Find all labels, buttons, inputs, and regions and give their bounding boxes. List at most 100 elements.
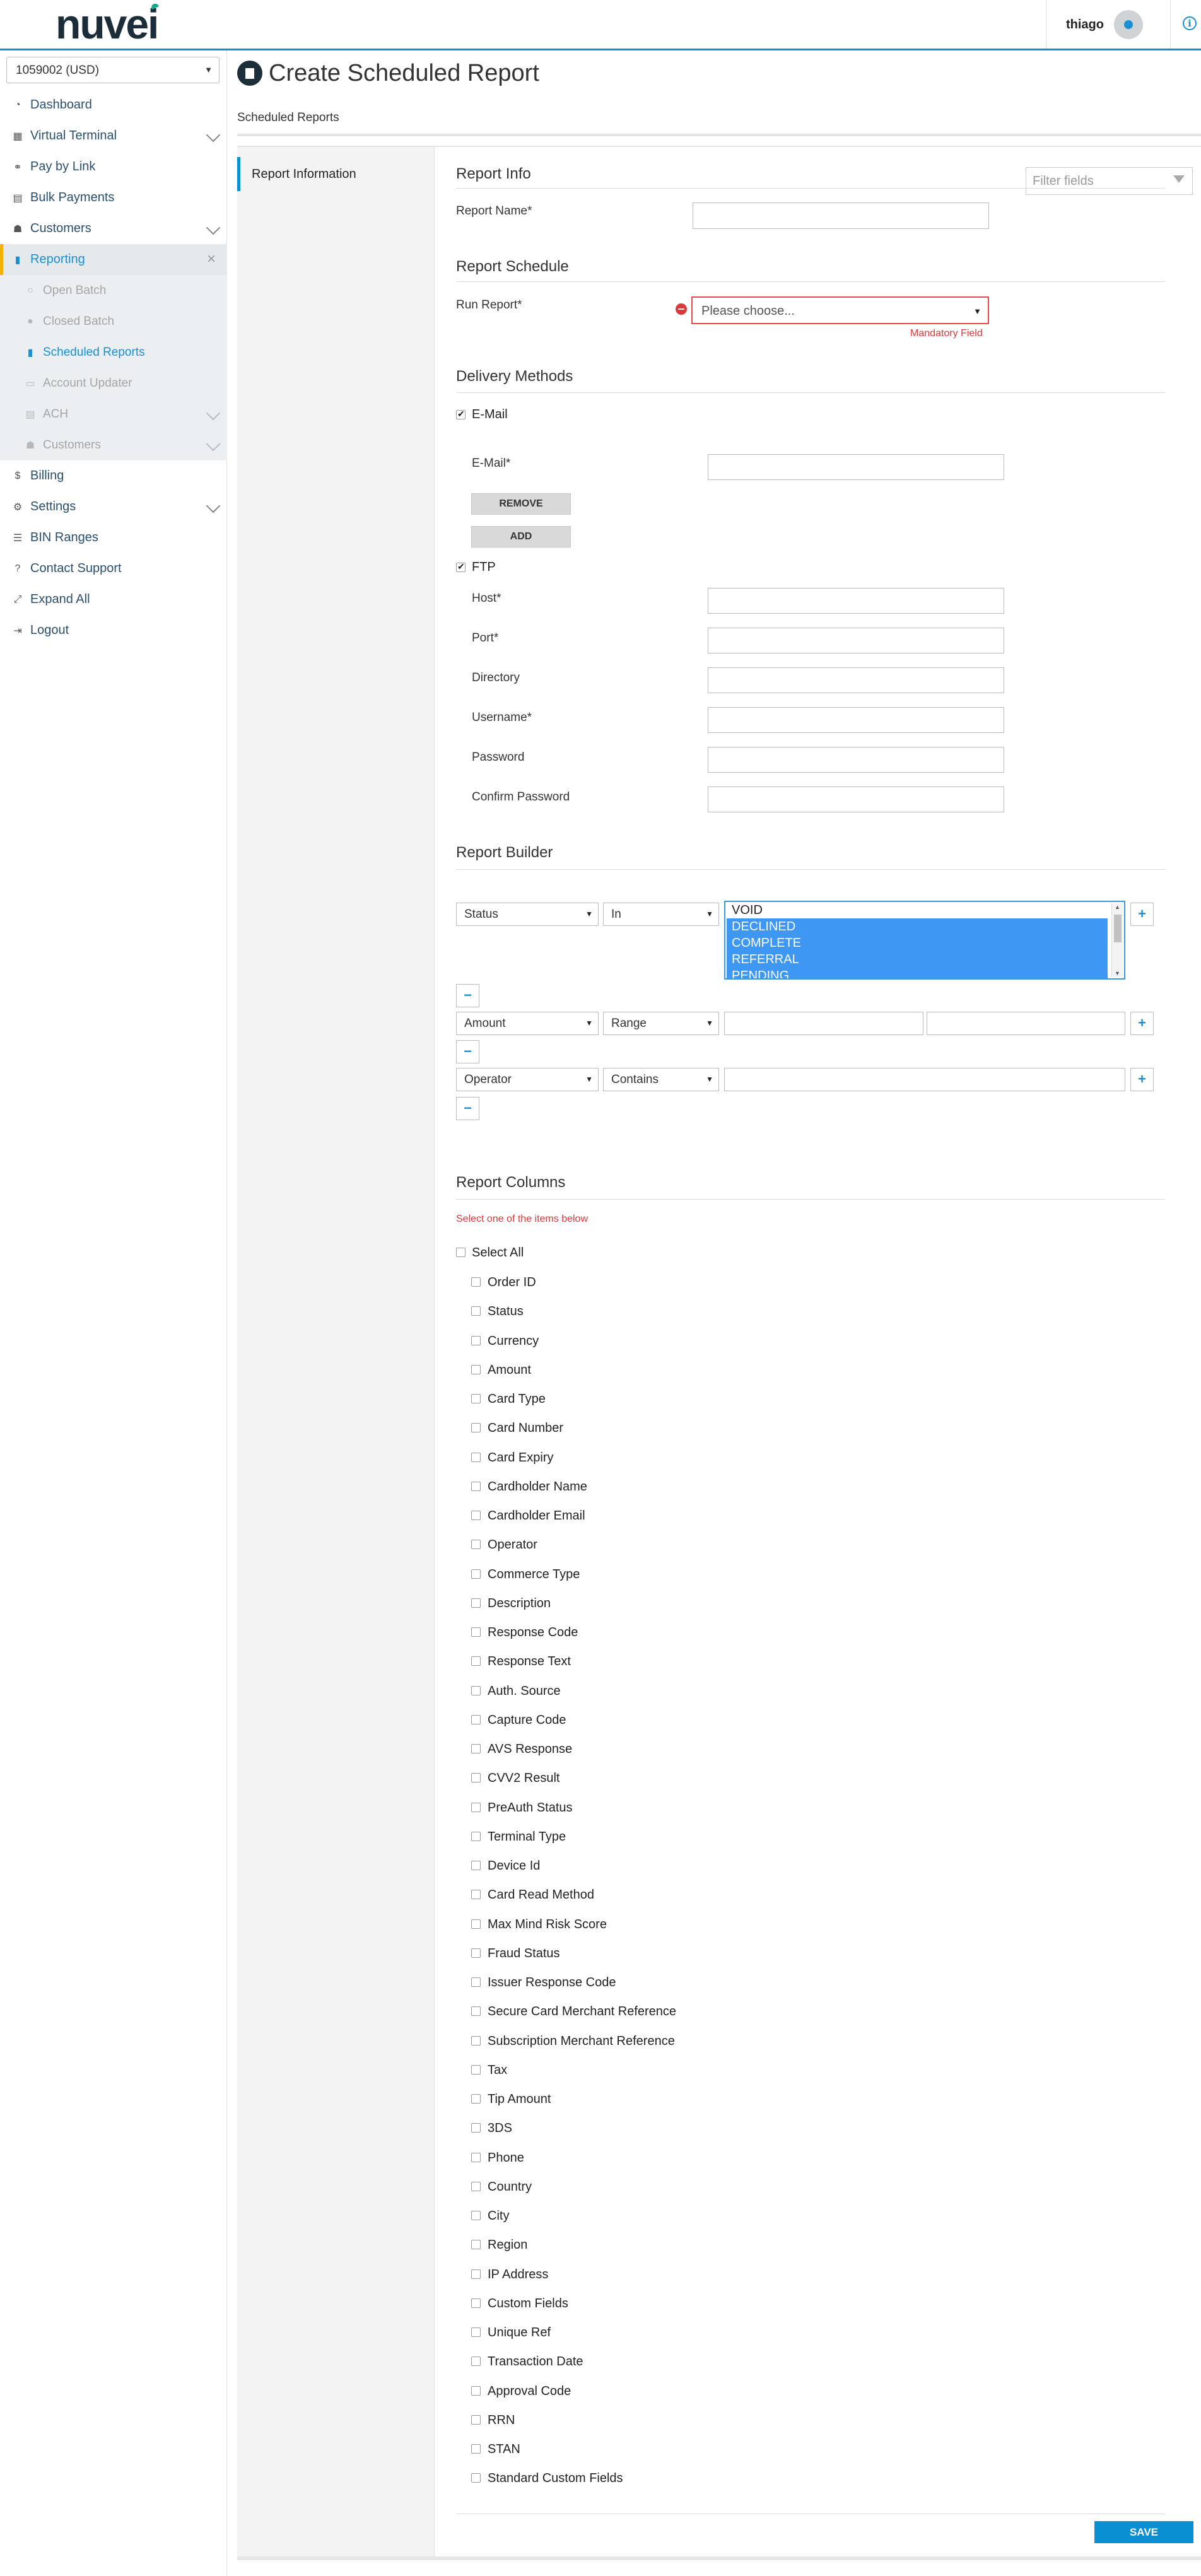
builder-field-select[interactable]: Operator ▼ bbox=[456, 1068, 599, 1091]
remove-condition-button[interactable]: − bbox=[456, 1040, 479, 1063]
column-checkbox[interactable] bbox=[471, 2327, 481, 2337]
sidebar-item-scheduled-reports[interactable]: ▮ Scheduled Reports bbox=[0, 337, 227, 368]
username-input[interactable] bbox=[708, 707, 1004, 733]
column-checkbox[interactable] bbox=[471, 2181, 481, 2191]
column-checkbox[interactable] bbox=[471, 2211, 481, 2220]
column-checkbox[interactable] bbox=[471, 2269, 481, 2279]
ftp-checkbox[interactable] bbox=[456, 561, 466, 572]
column-checkbox[interactable] bbox=[471, 2094, 481, 2104]
avatar[interactable] bbox=[1114, 10, 1143, 39]
remove-condition-button[interactable]: − bbox=[456, 984, 479, 1007]
add-condition-button[interactable]: + bbox=[1130, 1012, 1154, 1035]
status-option-complete[interactable]: COMPLETE bbox=[727, 935, 1108, 951]
column-checkbox[interactable] bbox=[471, 1861, 481, 1870]
column-checkbox[interactable] bbox=[471, 1394, 481, 1403]
sidebar-item-customers[interactable]: ☗ Customers bbox=[0, 213, 227, 244]
sidebar-item-open-batch[interactable]: ○ Open Batch bbox=[0, 275, 227, 306]
sidebar-item-bulk-payments[interactable]: ▤ Bulk Payments bbox=[0, 182, 227, 213]
nuvei-logo[interactable]: nuvei bbox=[56, 1, 159, 47]
range-from-input[interactable] bbox=[724, 1012, 923, 1035]
column-checkbox[interactable] bbox=[471, 2006, 481, 2017]
column-checkbox[interactable] bbox=[471, 1714, 481, 1724]
sidebar-item-billing[interactable]: $ Billing bbox=[0, 460, 227, 491]
column-checkbox[interactable] bbox=[471, 1452, 481, 1462]
sidebar-item-contact-support[interactable]: ? Contact Support bbox=[0, 553, 227, 584]
column-checkbox[interactable] bbox=[471, 1569, 481, 1579]
status-option-referral[interactable]: REFERRAL bbox=[727, 951, 1108, 968]
column-checkbox[interactable] bbox=[471, 1802, 481, 1812]
builder-field-select[interactable]: Amount ▼ bbox=[456, 1012, 599, 1035]
status-multiselect[interactable]: VOID DECLINED COMPLETE REFERRAL PENDING … bbox=[724, 901, 1125, 980]
scrollbar-thumb[interactable] bbox=[1114, 915, 1122, 942]
column-checkbox[interactable] bbox=[471, 2444, 481, 2454]
scroll-up-icon[interactable]: ▲ bbox=[1115, 904, 1120, 910]
column-checkbox[interactable] bbox=[471, 1627, 481, 1637]
sidebar-item-virtual-terminal[interactable]: ▦ Virtual Terminal bbox=[0, 120, 227, 151]
column-checkbox[interactable] bbox=[471, 1423, 481, 1433]
column-checkbox[interactable] bbox=[471, 2064, 481, 2075]
builder-operator-select[interactable]: In ▼ bbox=[603, 903, 719, 926]
info-icon[interactable]: i bbox=[1183, 16, 1197, 30]
column-checkbox[interactable] bbox=[471, 1511, 481, 1520]
sidebar-item-pay-by-link[interactable]: ⚭ Pay by Link bbox=[0, 151, 227, 182]
sidebar-item-reporting[interactable]: ▮ Reporting × bbox=[0, 244, 227, 275]
listbox-scrollbar[interactable]: ▲ ▼ bbox=[1111, 903, 1123, 977]
filter-fields-input[interactable]: Filter fields bbox=[1026, 167, 1193, 195]
scroll-down-icon[interactable]: ▼ bbox=[1115, 970, 1120, 976]
column-checkbox[interactable] bbox=[471, 2386, 481, 2396]
column-checkbox[interactable] bbox=[471, 2415, 481, 2425]
contains-input[interactable] bbox=[724, 1068, 1125, 1091]
column-checkbox[interactable] bbox=[471, 1744, 481, 1753]
confirm-password-input[interactable] bbox=[708, 787, 1004, 812]
sidebar-item-account-updater[interactable]: ▭ Account Updater bbox=[0, 368, 227, 399]
add-button[interactable]: ADD bbox=[471, 526, 571, 547]
tab-report-information[interactable]: Report Information bbox=[237, 157, 435, 191]
column-checkbox[interactable] bbox=[471, 1977, 481, 1987]
sidebar-item-closed-batch[interactable]: ● Closed Batch bbox=[0, 306, 227, 337]
column-checkbox[interactable] bbox=[471, 1277, 481, 1287]
column-checkbox[interactable] bbox=[471, 1656, 481, 1666]
sidebar-item-ach[interactable]: ▤ ACH bbox=[0, 399, 227, 430]
column-checkbox[interactable] bbox=[471, 2152, 481, 2162]
column-checkbox[interactable] bbox=[471, 1540, 481, 1550]
column-checkbox[interactable] bbox=[471, 2035, 481, 2046]
column-checkbox[interactable] bbox=[471, 1481, 481, 1491]
sidebar-item-bin-ranges[interactable]: ☰ BIN Ranges bbox=[0, 522, 227, 553]
builder-operator-select[interactable]: Range ▼ bbox=[603, 1012, 719, 1035]
sidebar-item-expand-all[interactable]: ⤢ Expand All bbox=[0, 584, 227, 615]
select-all-checkbox[interactable] bbox=[456, 1248, 466, 1257]
password-input[interactable] bbox=[708, 747, 1004, 773]
sidebar-item-settings[interactable]: ⚙ Settings bbox=[0, 491, 227, 522]
column-checkbox[interactable] bbox=[471, 1890, 481, 1900]
column-checkbox[interactable] bbox=[471, 1919, 481, 1929]
status-option-declined[interactable]: DECLINED bbox=[727, 918, 1108, 935]
save-button[interactable]: SAVE bbox=[1094, 2521, 1193, 2543]
directory-input[interactable] bbox=[708, 667, 1004, 693]
breadcrumb[interactable]: Scheduled Reports bbox=[237, 111, 339, 125]
column-checkbox[interactable] bbox=[471, 1598, 481, 1608]
add-condition-button[interactable]: + bbox=[1130, 1068, 1154, 1091]
status-option-void[interactable]: VOID bbox=[727, 902, 1108, 918]
column-checkbox[interactable] bbox=[471, 1364, 481, 1374]
builder-field-select[interactable]: Status ▼ bbox=[456, 903, 599, 926]
status-option-pending[interactable]: PENDING bbox=[727, 968, 1108, 978]
range-to-input[interactable] bbox=[927, 1012, 1125, 1035]
email-checkbox[interactable] bbox=[456, 409, 466, 419]
sidebar-item-logout[interactable]: ⇥ Logout bbox=[0, 615, 227, 646]
email-input[interactable] bbox=[708, 454, 1004, 480]
report-name-input[interactable] bbox=[693, 202, 989, 229]
column-checkbox[interactable] bbox=[471, 1306, 481, 1316]
column-checkbox[interactable] bbox=[471, 2240, 481, 2250]
column-checkbox[interactable] bbox=[471, 2123, 481, 2133]
host-input[interactable] bbox=[708, 588, 1004, 614]
port-input[interactable] bbox=[708, 628, 1004, 653]
column-checkbox[interactable] bbox=[471, 2298, 481, 2308]
add-condition-button[interactable]: + bbox=[1130, 903, 1154, 926]
remove-condition-button[interactable]: − bbox=[456, 1097, 479, 1120]
user-name[interactable]: thiago bbox=[1066, 18, 1104, 32]
account-select[interactable]: 1059002 (USD) ▼ bbox=[6, 57, 220, 83]
column-checkbox[interactable] bbox=[471, 2356, 481, 2367]
sidebar-item-dashboard[interactable]: ◔ Dashboard bbox=[0, 90, 227, 120]
column-checkbox[interactable] bbox=[471, 1335, 481, 1345]
column-checkbox[interactable] bbox=[471, 1948, 481, 1958]
